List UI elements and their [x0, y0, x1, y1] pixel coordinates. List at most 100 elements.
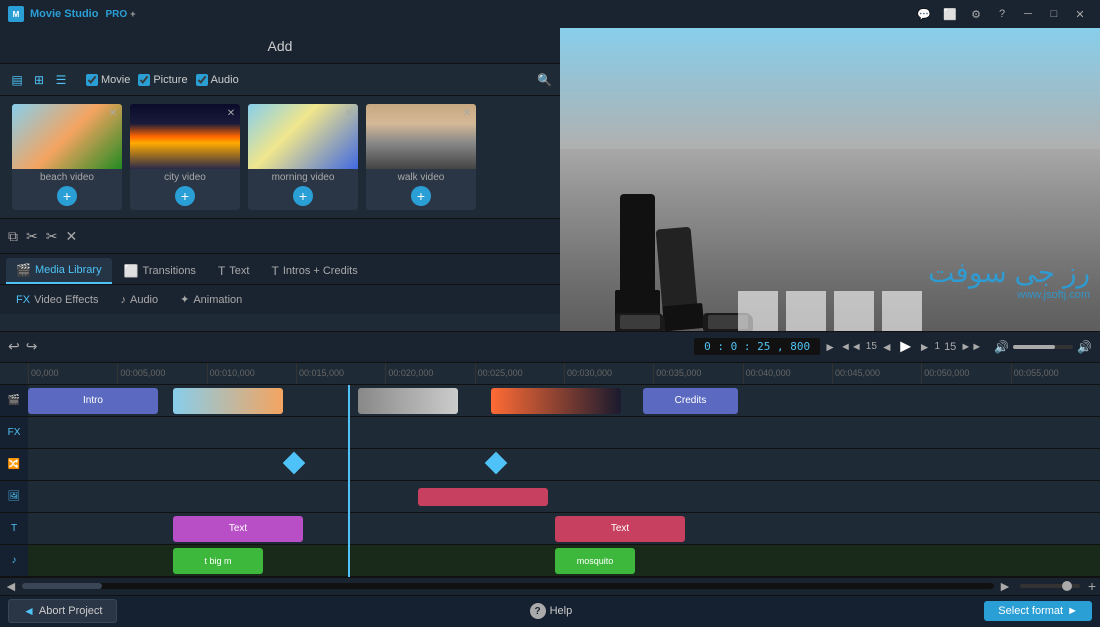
- timeline-ruler: 00,000 00:005,000 00:010,000 00:015,000 …: [0, 363, 1100, 385]
- grid-view-icon[interactable]: ⊞: [30, 71, 48, 89]
- clip-walk[interactable]: [358, 388, 458, 414]
- copy-icon[interactable]: ⧉: [8, 228, 18, 245]
- close-city-btn[interactable]: ✕: [224, 106, 238, 120]
- playhead[interactable]: [348, 385, 350, 577]
- zoom-in-btn[interactable]: +: [1088, 578, 1096, 594]
- playhead-advance-btn[interactable]: ►: [824, 340, 836, 354]
- transition-2[interactable]: [485, 452, 508, 475]
- help-titlebar-btn[interactable]: ?: [990, 4, 1014, 24]
- search-icon[interactable]: 🔍: [537, 73, 552, 87]
- media-item-city: ✕ city video +: [130, 104, 240, 210]
- abort-label: Abort Project: [39, 605, 103, 617]
- picture-filter[interactable]: Picture: [138, 74, 187, 86]
- morning-label: morning video: [248, 169, 358, 186]
- time-display: 0 : 0 : 25 , 800: [694, 338, 820, 355]
- tab-animation[interactable]: ✦ Animation: [170, 289, 252, 310]
- add-walk-btn[interactable]: +: [411, 186, 431, 206]
- movie-label: Movie: [101, 74, 130, 86]
- close-morning-btn[interactable]: ✕: [342, 106, 356, 120]
- tab-media-library[interactable]: 🎬 Media Library: [6, 258, 112, 284]
- ruler-mark-40: 00:040,000: [743, 363, 832, 385]
- split-icon[interactable]: ✂: [46, 228, 58, 245]
- maximize-btn[interactable]: □: [1042, 4, 1066, 24]
- titlebar-left: M Movie Studio PRO +: [8, 6, 136, 22]
- clip-credits[interactable]: Credits: [643, 388, 738, 414]
- picture-checkbox[interactable]: [138, 74, 150, 86]
- add-city-btn[interactable]: +: [175, 186, 195, 206]
- tab-transitions[interactable]: ⬜ Transitions: [114, 259, 206, 283]
- add-beach-btn[interactable]: +: [57, 186, 77, 206]
- undo-btn[interactable]: ↩: [8, 338, 20, 355]
- add-morning-btn[interactable]: +: [293, 186, 313, 206]
- scroll-left-btn[interactable]: ◄: [4, 578, 18, 594]
- clip-text-2[interactable]: Text: [555, 516, 685, 542]
- clip-beach[interactable]: [173, 388, 283, 414]
- redo-btn[interactable]: ↪: [26, 338, 38, 355]
- zoom-slider[interactable]: [1020, 584, 1080, 588]
- titlebar: M Movie Studio PRO + 💬 ⬜ ⚙ ? ─ □ ✕: [0, 0, 1100, 28]
- skip-back-btn[interactable]: ◄◄: [840, 341, 862, 353]
- screen-titlebar-btn[interactable]: ⬜: [938, 4, 962, 24]
- clip-text-1[interactable]: Text: [173, 516, 303, 542]
- left-top-panel: Add ▤ ⊞ ☰ Movie Picture: [0, 28, 560, 331]
- track-label-fx: FX: [0, 417, 28, 449]
- clip-city[interactable]: [491, 388, 621, 414]
- ruler-mark-50: 00:050,000: [921, 363, 1010, 385]
- scroll-thumb[interactable]: [22, 583, 102, 589]
- intros-label: Intros + Credits: [283, 265, 358, 277]
- chat-titlebar-btn[interactable]: 💬: [912, 4, 936, 24]
- tab-intros-credits[interactable]: T Intros + Credits: [261, 259, 367, 283]
- clip-audio-2[interactable]: mosquito: [555, 548, 635, 574]
- track-labels: 🎬 FX 🔀 🖼 T ♪: [0, 385, 28, 577]
- movie-filter[interactable]: Movie: [86, 74, 130, 86]
- scroll-right-btn[interactable]: ►: [998, 578, 1012, 594]
- minimize-btn[interactable]: ─: [1016, 4, 1040, 24]
- audio-label: Audio: [211, 74, 239, 86]
- edit-toolbar: ⧉ ✂ ✂ ✕: [0, 218, 560, 254]
- timeline-section: 00,000 00:005,000 00:010,000 00:015,000 …: [0, 363, 1100, 595]
- audio-filter[interactable]: Audio: [196, 74, 239, 86]
- volume-slider[interactable]: [1013, 345, 1073, 349]
- list-view-icon[interactable]: ▤: [8, 71, 26, 89]
- watermark-arabic: رز جی سوفت: [928, 256, 1090, 289]
- abort-project-btn[interactable]: ◄ Abort Project: [8, 599, 117, 623]
- cut-icon[interactable]: ✂: [26, 228, 38, 245]
- skip-fwd-btn[interactable]: 15: [944, 341, 956, 353]
- frame-back-btn[interactable]: ◄: [881, 340, 893, 354]
- close-walk-btn[interactable]: ✕: [460, 106, 474, 120]
- track-label-text: T: [0, 513, 28, 545]
- transition-1[interactable]: [283, 452, 306, 475]
- detail-view-icon[interactable]: ☰: [52, 71, 70, 89]
- settings-titlebar-btn[interactable]: ⚙: [964, 4, 988, 24]
- app-title: Movie Studio PRO +: [30, 8, 136, 20]
- movie-checkbox[interactable]: [86, 74, 98, 86]
- close-beach-btn[interactable]: ✕: [106, 106, 120, 120]
- play-btn[interactable]: ►: [897, 336, 915, 357]
- titlebar-controls: 💬 ⬜ ⚙ ? ─ □ ✕: [912, 4, 1092, 24]
- track-label-image: 🖼: [0, 481, 28, 513]
- tab-text[interactable]: T Text: [208, 259, 260, 283]
- transitions-label: Transitions: [143, 265, 196, 277]
- pro-badge: PRO: [106, 9, 128, 20]
- text-tab-label: Text: [229, 265, 249, 277]
- app-name: Movie Studio: [30, 8, 98, 20]
- zoom-handle[interactable]: [1062, 581, 1072, 591]
- frame-fwd-btn[interactable]: ►: [919, 340, 931, 354]
- main-layout: Add ▤ ⊞ ☰ Movie Picture: [0, 28, 1100, 627]
- media-toolbar: ▤ ⊞ ☰ Movie Picture Audio: [0, 64, 560, 96]
- close-btn[interactable]: ✕: [1068, 4, 1092, 24]
- clip-image[interactable]: [418, 488, 548, 506]
- audio-checkbox[interactable]: [196, 74, 208, 86]
- track-label-transitions: 🔀: [0, 449, 28, 481]
- fast-fwd-btn[interactable]: ►►: [960, 341, 982, 353]
- mute-btn[interactable]: 🔊: [994, 340, 1009, 354]
- help-btn[interactable]: ? Help: [530, 603, 573, 619]
- tab-video-effects[interactable]: FX Video Effects: [6, 290, 108, 310]
- clip-audio-1[interactable]: t big m: [173, 548, 263, 574]
- clip-intro[interactable]: Intro: [28, 388, 158, 414]
- scroll-track[interactable]: [22, 583, 994, 589]
- text-tab-icon: T: [218, 264, 225, 278]
- tab-audio[interactable]: ♪ Audio: [110, 290, 168, 310]
- select-format-btn[interactable]: Select format ►: [984, 601, 1092, 621]
- delete-icon[interactable]: ✕: [65, 228, 77, 245]
